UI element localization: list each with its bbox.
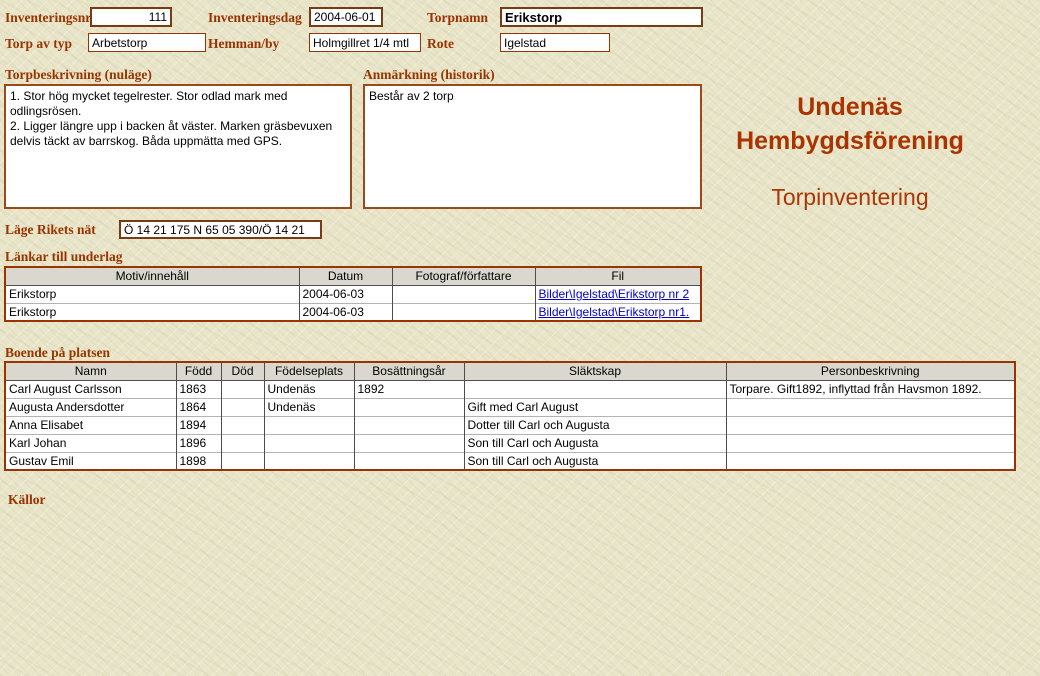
people-row: Gustav Emil 1898 Son till Carl och Augus… [5,452,1015,470]
person-dod [221,398,264,416]
people-header-dod: Död [221,362,264,380]
people-header-personbeskrivning: Personbeskrivning [726,362,1015,380]
link-fil-cell: Bilder\Igelstad\Erikstorp nr1. [535,303,701,321]
link-fotograf-cell [392,285,535,303]
person-dod [221,416,264,434]
link-fotograf-cell [392,303,535,321]
person-beskrivning [726,416,1015,434]
people-header-bosattningsar: Bosättningsår [354,362,464,380]
link-datum-cell: 2004-06-03 [299,285,392,303]
link-motiv-cell: Erikstorp [5,285,299,303]
person-namn: Karl Johan [5,434,176,452]
links-header-datum: Datum [299,267,392,285]
person-fodelseplats [264,416,354,434]
person-bosattningsar [354,398,464,416]
torp-av-typ-input[interactable] [88,33,206,52]
person-fodd: 1898 [176,452,221,470]
person-bosattningsar [354,434,464,452]
file-link-1[interactable]: Bilder\Igelstad\Erikstorp nr 2 [539,287,690,301]
inventeringsdag-label: Inventeringsdag [208,10,302,26]
person-fodelseplats: Undenäs [264,380,354,398]
person-bosattningsar [354,416,464,434]
app-subtitle: Torpinventering [700,184,1000,211]
torpinventering-page: Inventeringsnr Inventeringsdag Torpnamn … [0,0,1040,676]
links-table: Motiv/innehåll Datum Fotograf/författare… [4,266,702,322]
person-slaktskap: Son till Carl och Augusta [464,434,726,452]
people-header-fodelseplats: Födelseplats [264,362,354,380]
person-fodd: 1864 [176,398,221,416]
inventeringsdag-input[interactable] [309,7,383,27]
org-title-line1: Undenäs [700,90,1000,124]
torpbeskrivning-label: Torpbeskrivning (nuläge) [5,67,152,83]
links-row: Erikstorp 2004-06-03 Bilder\Igelstad\Eri… [5,285,701,303]
org-title: Undenäs Hembygdsförening [700,90,1000,158]
people-row: Carl August Carlsson 1863 Undenäs 1892 T… [5,380,1015,398]
inventeringsnr-input[interactable] [90,7,172,27]
people-header-namn: Namn [5,362,176,380]
person-beskrivning [726,398,1015,416]
person-dod [221,380,264,398]
kallor-label: Källor [8,492,46,508]
lage-input[interactable] [119,220,322,239]
file-link-2[interactable]: Bilder\Igelstad\Erikstorp nr1. [539,305,690,319]
links-row: Erikstorp 2004-06-03 Bilder\Igelstad\Eri… [5,303,701,321]
link-fil-cell: Bilder\Igelstad\Erikstorp nr 2 [535,285,701,303]
person-fodd: 1894 [176,416,221,434]
people-heading: Boende på platsen [5,345,110,361]
person-slaktskap [464,380,726,398]
people-table: Namn Född Död Födelseplats Bosättningsår… [4,361,1016,471]
people-row: Karl Johan 1896 Son till Carl och August… [5,434,1015,452]
links-header-row: Motiv/innehåll Datum Fotograf/författare… [5,267,701,285]
person-slaktskap: Son till Carl och Augusta [464,452,726,470]
people-row: Augusta Andersdotter 1864 Undenäs Gift m… [5,398,1015,416]
hemman-by-label: Hemman/by [208,36,279,52]
anmarkning-label: Anmärkning (historik) [363,67,495,83]
person-fodd: 1863 [176,380,221,398]
person-fodelseplats: Undenäs [264,398,354,416]
people-header-fodd: Född [176,362,221,380]
person-beskrivning [726,434,1015,452]
torpbeskrivning-textarea[interactable]: 1. Stor hög mycket tegelrester. Stor odl… [4,84,352,209]
links-header-fil: Fil [535,267,701,285]
link-motiv-cell: Erikstorp [5,303,299,321]
people-header-slaktskap: Släktskap [464,362,726,380]
person-fodelseplats [264,434,354,452]
rote-input[interactable] [500,33,610,52]
torp-av-typ-label: Torp av typ [5,36,72,52]
person-fodelseplats [264,452,354,470]
person-namn: Gustav Emil [5,452,176,470]
inventeringsnr-label: Inventeringsnr [5,10,91,26]
person-bosattningsar: 1892 [354,380,464,398]
person-slaktskap: Dotter till Carl och Augusta [464,416,726,434]
person-beskrivning: Torpare. Gift1892, inflyttad från Havsmo… [726,380,1015,398]
person-namn: Carl August Carlsson [5,380,176,398]
person-namn: Augusta Andersdotter [5,398,176,416]
person-namn: Anna Elisabet [5,416,176,434]
links-header-motiv: Motiv/innehåll [5,267,299,285]
links-header-fotograf: Fotograf/författare [392,267,535,285]
person-beskrivning [726,452,1015,470]
link-datum-cell: 2004-06-03 [299,303,392,321]
person-dod [221,434,264,452]
person-bosattningsar [354,452,464,470]
rote-label: Rote [427,36,454,52]
anmarkning-textarea[interactable]: Består av 2 torp [363,84,702,209]
people-header-row: Namn Född Död Födelseplats Bosättningsår… [5,362,1015,380]
person-dod [221,452,264,470]
torpnamn-label: Torpnamn [427,10,488,26]
person-slaktskap: Gift med Carl August [464,398,726,416]
hemman-by-input[interactable] [309,33,421,52]
links-heading: Länkar till underlag [5,249,123,265]
torpnamn-input[interactable] [500,7,703,27]
person-fodd: 1896 [176,434,221,452]
people-row: Anna Elisabet 1894 Dotter till Carl och … [5,416,1015,434]
org-title-line2: Hembygdsförening [700,124,1000,158]
lage-label: Läge Rikets nät [5,222,96,238]
